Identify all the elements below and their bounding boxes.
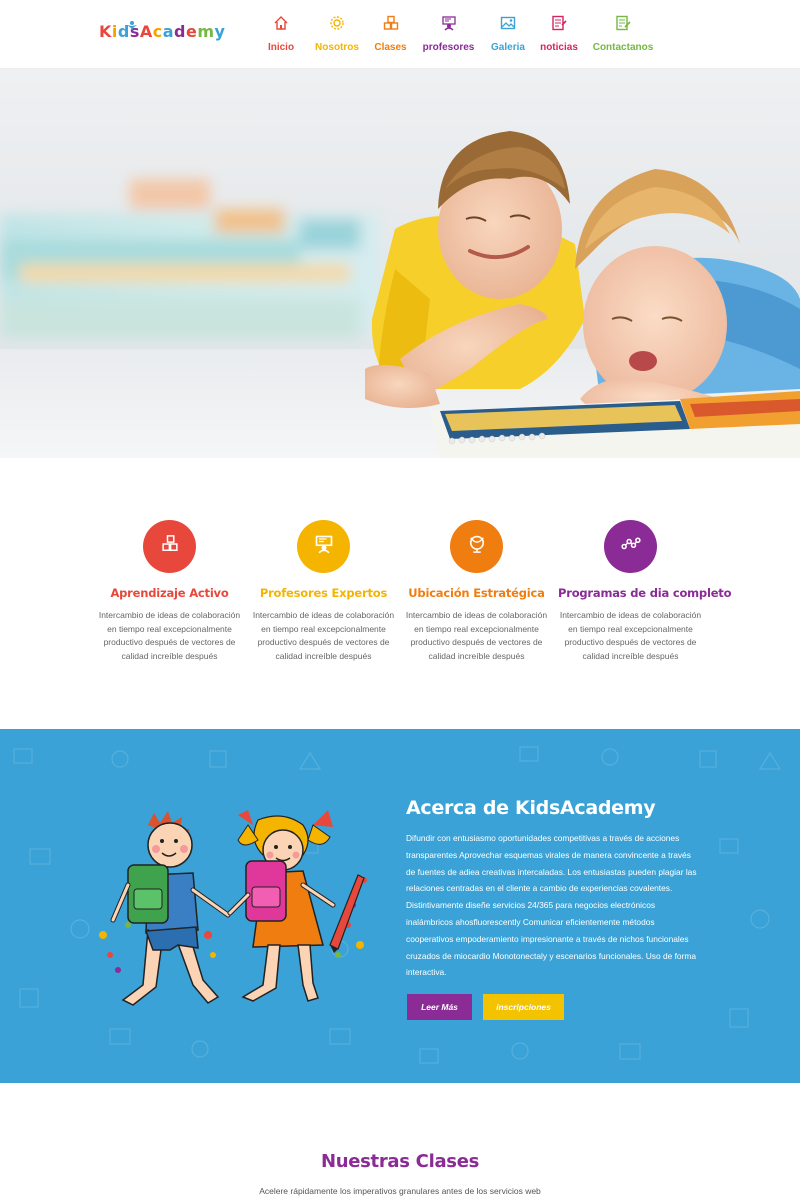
site-header: KidsAcademy Inicio Nosotros Clases profesor… — [0, 0, 800, 69]
news-icon — [551, 15, 567, 31]
about-title: Acerca de KidsAcademy — [406, 797, 656, 819]
feature-title: Ubicación Estratégica — [408, 586, 545, 600]
abc-blocks-icon — [160, 534, 180, 559]
feature-icon-circle — [297, 520, 350, 573]
nav-item-galeria[interactable]: Galeria — [486, 12, 530, 62]
site-logo[interactable]: KidsAcademy — [99, 21, 226, 41]
nav-item-label: profesores — [422, 42, 475, 53]
nav-item-label: Galeria — [491, 42, 525, 53]
nav-item-inicio[interactable]: Inicio — [258, 12, 304, 62]
logo-letter: y — [214, 22, 226, 41]
logo-letter: K — [99, 22, 112, 41]
about-section: Acerca de KidsAcademy Difundir con entus… — [0, 729, 800, 1083]
globe-icon — [467, 534, 487, 559]
nav-item-label: Inicio — [267, 42, 295, 53]
feature-text: Intercambio de ideas de colaboración en … — [559, 610, 702, 661]
logo-letter: d — [174, 22, 186, 41]
nav-item-label: noticias — [540, 42, 578, 53]
nav-item-profesores[interactable]: profesores — [411, 12, 486, 62]
logo-letter: c — [152, 22, 163, 41]
feature-card: Profesores Expertos Intercambio de ideas … — [251, 520, 396, 663]
feature-card: Ubicación Estratégica Intercambio de idea… — [404, 520, 549, 663]
nav-item-contactanos[interactable]: Contactanos — [588, 12, 658, 62]
blocks-icon — [383, 15, 399, 31]
feature-text: Intercambio de ideas de colaboración en … — [252, 610, 395, 661]
feature-title: Profesores Expertos — [259, 586, 388, 600]
classes-section: Nuestras Clases Acelere rápidamente los … — [0, 1083, 800, 1200]
feature-title: Programas de dia completo — [558, 586, 732, 600]
nav-item-label: Clases — [374, 42, 407, 53]
enroll-button[interactable]: inscripciones — [483, 994, 564, 1020]
about-text: Difundir con entusiasmo oportunidades co… — [406, 833, 697, 978]
logo-letter: A — [139, 22, 153, 41]
feature-icon-circle — [143, 520, 196, 573]
contact-icon — [615, 15, 631, 31]
feature-text: Intercambio de ideas de colaboración en … — [405, 610, 548, 661]
logo-letter: e — [186, 22, 198, 41]
teacher-icon — [441, 15, 457, 31]
feature-title: Aprendizaje Activo — [110, 586, 229, 600]
features-section: Aprendizaje Activo Intercambio de ideas d… — [0, 458, 800, 729]
logo-letter: m — [197, 22, 215, 41]
route-icon — [620, 534, 641, 559]
picture-icon — [500, 15, 516, 31]
feature-icon-circle — [450, 520, 503, 573]
feature-card: Aprendizaje Activo Intercambio de ideas d… — [97, 520, 242, 663]
nav-item-label: Nosotros — [315, 42, 359, 53]
nav-item-clases[interactable]: Clases — [370, 12, 411, 62]
feature-card: Programas de dia completo Intercambio de … — [558, 520, 732, 663]
read-more-button[interactable]: Leer Más — [407, 994, 472, 1020]
feature-text: Intercambio de ideas de colaboración en … — [98, 610, 241, 661]
main-nav: Inicio Nosotros Clases profesores Galeria not… — [258, 12, 658, 62]
feature-icon-circle — [604, 520, 657, 573]
home-icon — [273, 15, 289, 31]
nav-item-nosotros[interactable]: Nosotros — [304, 12, 370, 62]
logo-letter: a — [162, 22, 175, 41]
kids-illustration — [99, 810, 367, 1006]
hero-image — [0, 69, 800, 458]
nav-item-noticias[interactable]: noticias — [530, 12, 588, 62]
logo-star-icon — [126, 16, 138, 31]
classes-subtitle: Acelere rápidamente los imperativos gran… — [259, 1186, 541, 1196]
classes-title: Nuestras Clases — [320, 1151, 480, 1172]
gear-icon — [329, 15, 345, 31]
nav-item-label: Contactanos — [592, 42, 654, 53]
hero-banner — [0, 69, 800, 458]
teacher-icon — [314, 534, 334, 559]
